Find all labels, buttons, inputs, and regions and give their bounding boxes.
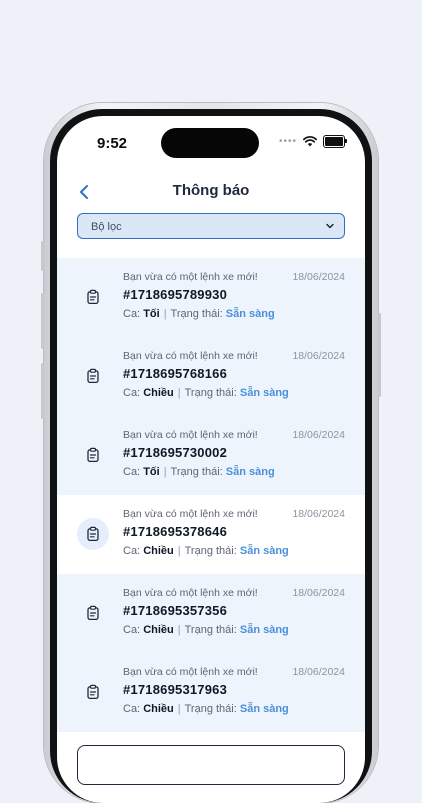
filter-dropdown[interactable]: Bộ lọc (77, 213, 345, 239)
filter-label: Bộ lọc (91, 221, 122, 233)
phone-bezel: 9:52 •••• Thông báo Bộ lọc Bạn vừa có mộ… (50, 109, 372, 803)
shift-value: Chiều (143, 624, 174, 636)
meta-separator: | (177, 703, 181, 715)
order-code: #1718695768166 (123, 366, 228, 381)
notification-icon-badge (77, 360, 109, 392)
shift-value: Chiều (143, 703, 174, 715)
shift-label: Ca: (123, 545, 141, 557)
notification-icon-badge (77, 676, 109, 708)
volume-up-button (41, 293, 44, 349)
clipboard-icon (87, 526, 99, 542)
notification-icon-badge (77, 597, 109, 629)
notification-meta: Ca: Chiều | Trạng thái: Sẵn sàng (123, 703, 289, 715)
shift-value: Tối (143, 308, 160, 320)
order-code: #1718695378646 (123, 524, 228, 539)
status-label: Trạng thái: (184, 545, 237, 557)
status-value: Sẵn sàng (225, 466, 275, 478)
status-value: Sẵn sàng (239, 545, 289, 557)
notification-meta: Ca: Chiều | Trạng thái: Sẵn sàng (123, 387, 289, 399)
status-value: Sẵn sàng (225, 308, 275, 320)
phone-frame: 9:52 •••• Thông báo Bộ lọc Bạn vừa có mộ… (41, 103, 381, 803)
status-label: Trạng thái: (170, 466, 223, 478)
shift-label: Ca: (123, 308, 141, 320)
notification-item[interactable]: Bạn vừa có một lệnh xe mới! 18/06/2024 #17… (57, 495, 365, 574)
status-label: Trạng thái: (170, 308, 223, 320)
dynamic-island (161, 128, 259, 158)
notification-meta: Ca: Tối | Trạng thái: Sẵn sàng (123, 466, 275, 478)
meta-separator: | (177, 624, 181, 636)
header: Thông báo (57, 178, 365, 208)
notification-item[interactable]: Bạn vừa có một lệnh xe mới! 18/06/2024 #17… (57, 258, 365, 337)
notification-item[interactable]: Bạn vừa có một lệnh xe mới! 18/06/2024 #17… (57, 653, 365, 732)
shift-value: Chiều (143, 387, 174, 399)
status-indicators: •••• (278, 135, 347, 148)
shift-label: Ca: (123, 703, 141, 715)
meta-separator: | (177, 545, 181, 557)
notification-message: Bạn vừa có một lệnh xe mới! (123, 587, 258, 599)
notification-meta: Ca: Chiều | Trạng thái: Sẵn sàng (123, 624, 289, 636)
power-button (378, 313, 381, 397)
clipboard-icon (87, 368, 99, 384)
clipboard-icon (87, 447, 99, 463)
order-code: #1718695789930 (123, 287, 228, 302)
meta-separator: | (177, 387, 181, 399)
notification-item[interactable]: Bạn vừa có một lệnh xe mới! 18/06/2024 #17… (57, 337, 365, 416)
shift-label: Ca: (123, 624, 141, 636)
notification-date: 18/06/2024 (292, 429, 345, 441)
notification-icon-badge (77, 281, 109, 313)
notification-list: Bạn vừa có một lệnh xe mới! 18/06/2024 #17… (57, 258, 365, 732)
notification-message: Bạn vừa có một lệnh xe mới! (123, 350, 258, 362)
notification-date: 18/06/2024 (292, 666, 345, 678)
shift-label: Ca: (123, 466, 141, 478)
notification-icon-badge (77, 439, 109, 471)
volume-down-button (41, 363, 44, 419)
status-value: Sẵn sàng (239, 387, 289, 399)
battery-icon (323, 135, 347, 148)
notification-icon-badge (77, 518, 109, 550)
status-label: Trạng thái: (184, 387, 237, 399)
notification-message: Bạn vừa có một lệnh xe mới! (123, 508, 258, 520)
clipboard-icon (87, 289, 99, 305)
notification-meta: Ca: Tối | Trạng thái: Sẵn sàng (123, 308, 275, 320)
meta-separator: | (163, 466, 167, 478)
shift-value: Chiều (143, 545, 174, 557)
status-value: Sẵn sàng (239, 703, 289, 715)
chevron-down-icon (326, 223, 334, 229)
notification-date: 18/06/2024 (292, 508, 345, 520)
notification-item[interactable]: Bạn vừa có một lệnh xe mới! 18/06/2024 #17… (57, 574, 365, 653)
notification-date: 18/06/2024 (292, 350, 345, 362)
notification-item[interactable]: Bạn vừa có một lệnh xe mới! 18/06/2024 #17… (57, 416, 365, 495)
shift-value: Tối (143, 466, 160, 478)
status-label: Trạng thái: (184, 703, 237, 715)
notification-message: Bạn vừa có một lệnh xe mới! (123, 666, 258, 678)
notification-date: 18/06/2024 (292, 271, 345, 283)
clipboard-icon (87, 605, 99, 621)
status-time: 9:52 (97, 135, 128, 152)
page-title: Thông báo (172, 182, 250, 199)
status-value: Sẵn sàng (239, 624, 289, 636)
notification-date: 18/06/2024 (292, 587, 345, 599)
notification-message: Bạn vừa có một lệnh xe mới! (123, 271, 258, 283)
notification-meta: Ca: Chiều | Trạng thái: Sẵn sàng (123, 545, 289, 557)
notification-message: Bạn vừa có một lệnh xe mới! (123, 429, 258, 441)
order-code: #1718695317963 (123, 682, 228, 697)
shift-label: Ca: (123, 387, 141, 399)
app-screen: 9:52 •••• Thông báo Bộ lọc Bạn vừa có mộ… (57, 116, 365, 803)
silent-switch (41, 241, 44, 271)
wifi-icon (303, 136, 317, 147)
signal-dots: •••• (278, 136, 297, 147)
order-code: #1718695357356 (123, 603, 228, 618)
bottom-action-button[interactable] (77, 745, 345, 785)
status-label: Trạng thái: (184, 624, 237, 636)
clipboard-icon (87, 684, 99, 700)
order-code: #1718695730002 (123, 445, 228, 460)
meta-separator: | (163, 308, 167, 320)
